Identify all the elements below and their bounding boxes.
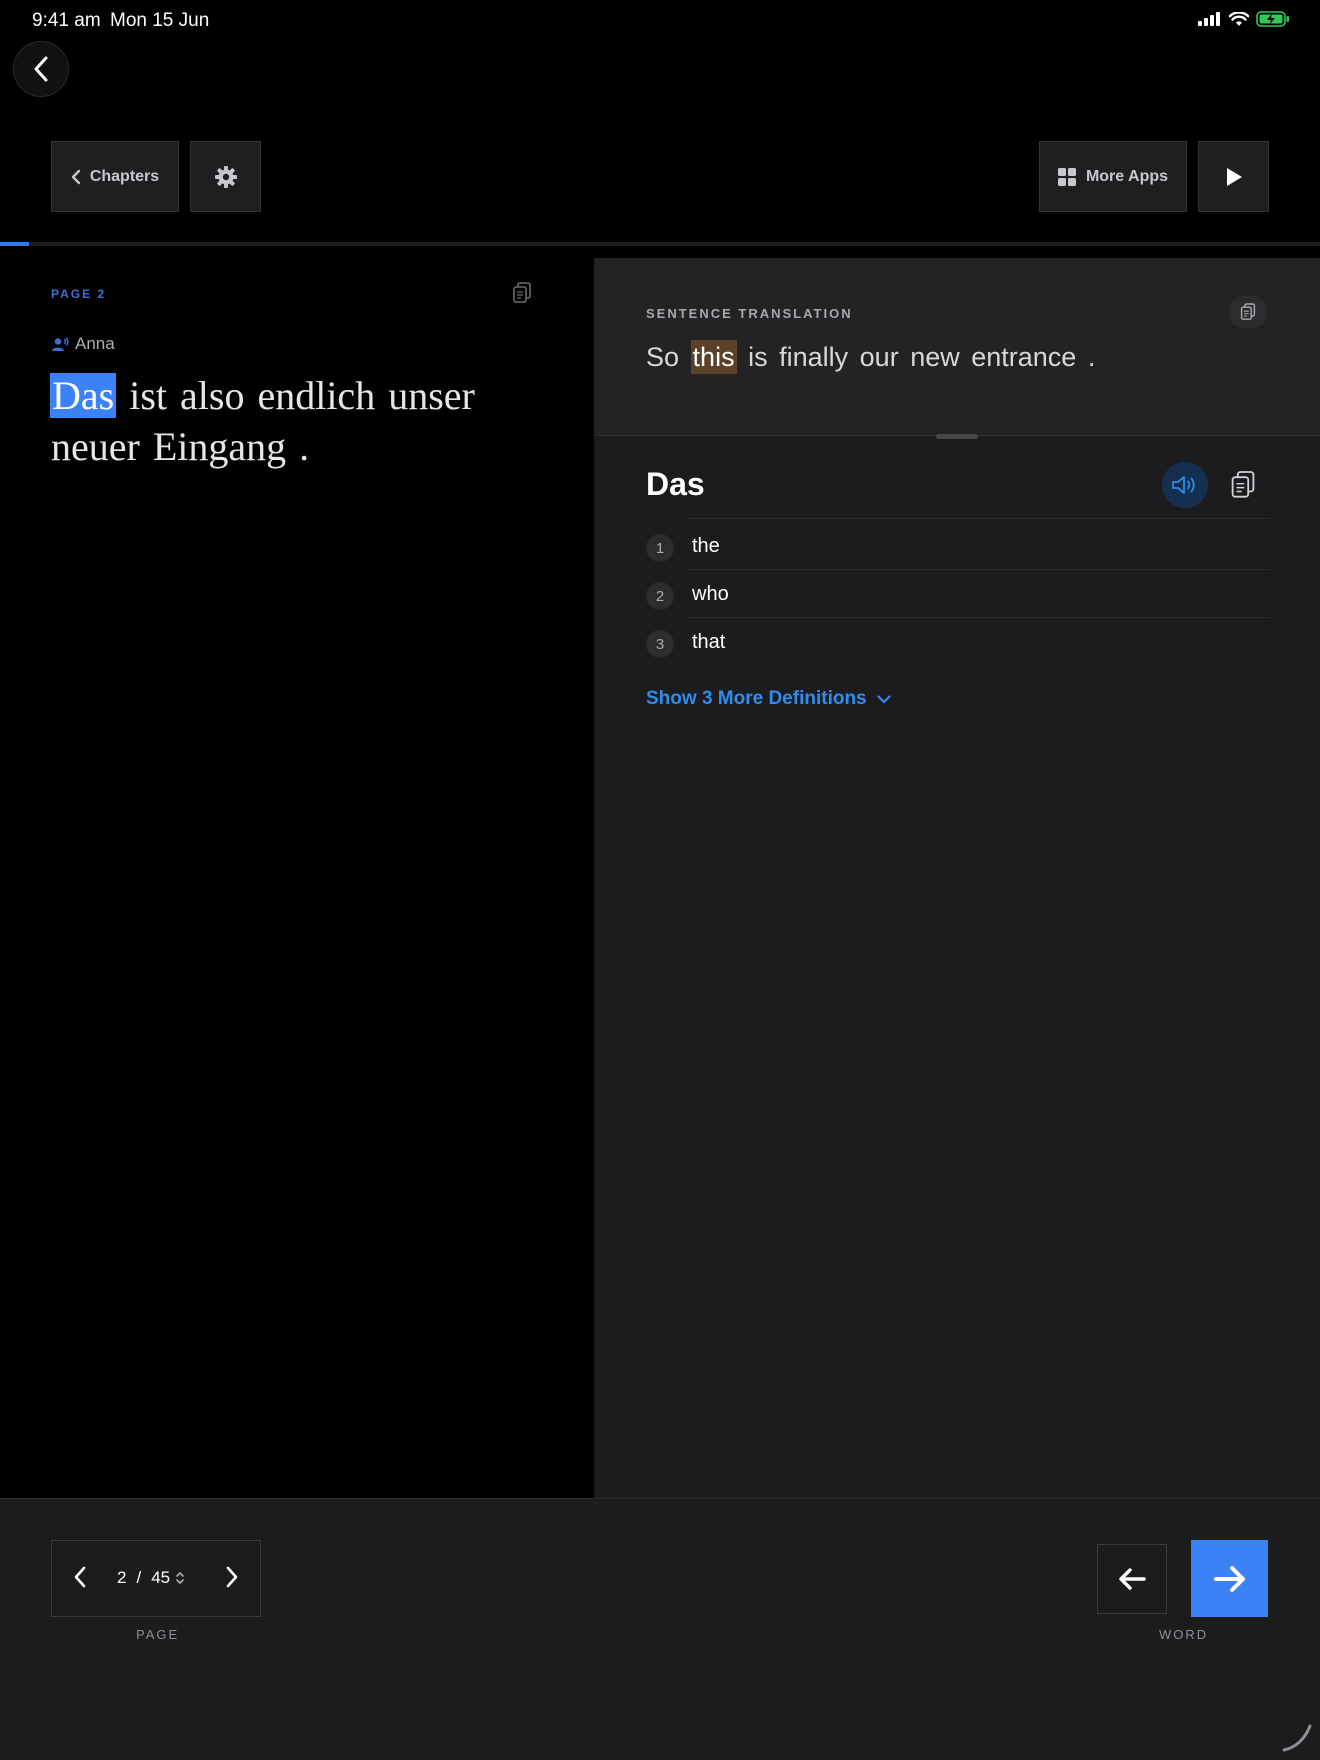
- more-apps-label: More Apps: [1085, 167, 1169, 185]
- status-time: 9:41 am: [32, 10, 101, 31]
- current-page: 2: [117, 1568, 127, 1587]
- copy-icon: [1231, 471, 1255, 498]
- sentence-word[interactable]: neuer: [51, 424, 140, 469]
- speaker-person-icon: [52, 336, 69, 351]
- translation-word: entrance: [971, 342, 1077, 372]
- sentence-translation-label: SENTENCE TRANSLATION: [646, 306, 853, 321]
- selected-word[interactable]: Das: [50, 373, 117, 418]
- dictionary-headword: Das: [646, 466, 705, 502]
- divider: [688, 518, 1270, 519]
- pronounce-button[interactable]: [1162, 462, 1208, 508]
- sentence-word[interactable]: unser: [388, 373, 475, 418]
- translation-word: finally: [779, 342, 849, 372]
- speaker-tag: Anna: [52, 334, 115, 354]
- previous-page-button[interactable]: [72, 1565, 88, 1594]
- definition-item: 3 that: [646, 618, 1270, 666]
- wifi-icon: [1229, 11, 1249, 26]
- copy-translation-button[interactable]: [1228, 296, 1268, 328]
- back-button[interactable]: [13, 41, 69, 97]
- translation-word: So: [646, 342, 680, 372]
- status-icons: [1198, 11, 1290, 27]
- cellular-signal-icon: [1198, 12, 1220, 26]
- source-sentence: Das ist also endlich unser neuer Eingang…: [50, 370, 541, 472]
- bottom-navigation: 2 / 45 PAGE WORD: [0, 1498, 1320, 1760]
- copy-icon: [513, 282, 531, 303]
- chapters-button[interactable]: Chapters: [51, 141, 179, 212]
- sentence-word[interactable]: endlich: [257, 373, 375, 418]
- sentence-translation-section: SENTENCE TRANSLATION So this is finally …: [594, 258, 1320, 436]
- chapters-label: Chapters: [89, 167, 160, 185]
- definition-number: 3: [646, 630, 674, 658]
- total-pages: 45: [151, 1568, 171, 1587]
- previous-word-button[interactable]: [1097, 1544, 1167, 1614]
- chevron-right-icon: [226, 1566, 238, 1588]
- gear-icon: [214, 165, 237, 188]
- translation-sentence: So this is finally our new entrance .: [646, 340, 1096, 374]
- lookup-panel: SENTENCE TRANSLATION So this is finally …: [594, 258, 1320, 1498]
- page-stepper-label: PAGE: [136, 1627, 180, 1642]
- resize-grip-icon: [1282, 1724, 1312, 1752]
- chevron-left-icon: [74, 1566, 86, 1588]
- speaker-volume-icon: [1172, 476, 1195, 494]
- settings-button[interactable]: [190, 141, 261, 212]
- sentence-word[interactable]: .: [299, 424, 309, 469]
- definition-text: who: [692, 582, 729, 605]
- sentence-word[interactable]: also: [180, 373, 244, 418]
- definition-text: the: [692, 534, 720, 557]
- battery-charging-icon: [1256, 11, 1289, 27]
- chevron-down-icon: [877, 694, 891, 703]
- translation-word: is: [748, 342, 768, 372]
- copy-icon: [1240, 303, 1256, 320]
- more-apps-button[interactable]: More Apps: [1039, 141, 1187, 212]
- translation-word: new: [910, 342, 960, 372]
- status-date: Mon 15 Jun: [110, 10, 210, 31]
- chevron-left-icon: [34, 56, 48, 82]
- resize-handle[interactable]: [936, 434, 978, 439]
- copy-word-button[interactable]: [1230, 470, 1256, 505]
- play-icon: [1226, 167, 1242, 186]
- translation-word: .: [1087, 342, 1096, 372]
- chevron-up-down-icon: [176, 1572, 184, 1584]
- arrow-right-icon: [1213, 1565, 1245, 1592]
- sentence-word[interactable]: ist: [129, 373, 167, 418]
- page-label: PAGE 2: [51, 287, 107, 301]
- copy-sentence-button[interactable]: [512, 282, 532, 309]
- show-more-label: Show 3 More Definitions: [646, 688, 867, 709]
- definition-text: that: [692, 630, 726, 653]
- page-stepper: 2 / 45: [51, 1540, 261, 1617]
- sentence-word[interactable]: Eingang: [153, 424, 286, 469]
- reader-panel: PAGE 2 Anna Das ist also endlich unser n…: [0, 246, 594, 1498]
- definition-item: 1 the: [646, 522, 1270, 570]
- translation-highlight-word: this: [690, 340, 737, 374]
- status-bar: 9:41 am Mon 15 Jun: [0, 0, 1320, 40]
- next-page-button[interactable]: [224, 1565, 240, 1594]
- arrow-left-icon: [1119, 1568, 1146, 1590]
- page-picker[interactable]: 2 / 45: [117, 1568, 185, 1588]
- page-separator: /: [136, 1568, 142, 1587]
- word-stepper-label: WORD: [1159, 1627, 1209, 1642]
- speaker-name: Anna: [75, 334, 115, 353]
- play-button[interactable]: [1198, 141, 1269, 212]
- next-word-button[interactable]: [1191, 1540, 1268, 1617]
- definition-number: 1: [646, 534, 674, 562]
- show-more-definitions-button[interactable]: Show 3 More Definitions: [646, 688, 891, 710]
- definition-number: 2: [646, 582, 674, 610]
- chevron-left-icon: [71, 169, 81, 184]
- translation-word: our: [859, 342, 899, 372]
- grid-icon: [1057, 167, 1076, 186]
- definition-list: 1 the 2 who 3 that: [646, 522, 1270, 666]
- definition-item: 2 who: [646, 570, 1270, 618]
